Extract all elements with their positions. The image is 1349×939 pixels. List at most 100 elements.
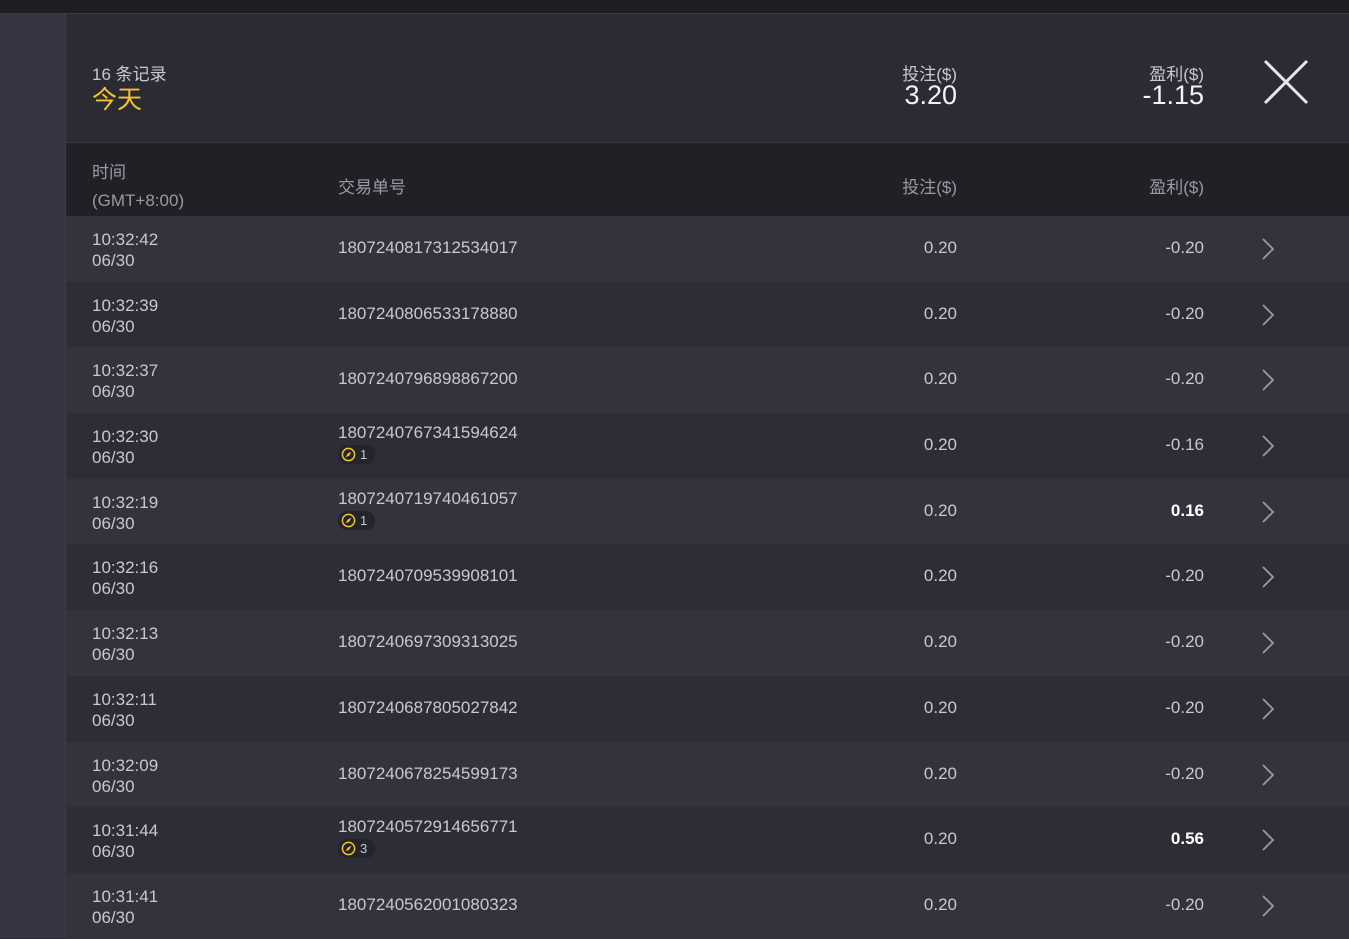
top-bar	[0, 0, 1349, 14]
row-date: 06/30	[92, 907, 135, 927]
row-date: 06/30	[92, 710, 135, 730]
compass-icon	[341, 841, 356, 856]
row-time: 10:32:37	[92, 361, 159, 381]
header-bet: 投注($)	[902, 178, 957, 197]
table-row[interactable]: 10:32:11 06/30 1807240687805027842 0.20 -0.2…	[66, 675, 1349, 742]
row-time: 10:32:30	[92, 427, 159, 447]
compass-icon	[341, 447, 356, 462]
row-profit: -0.20	[1165, 632, 1204, 652]
row-time: 10:32:39	[92, 295, 159, 315]
bet-history-panel: 16 条记录 今天 投注($) 3.20 盈利($) -1.15 时间 (GMT…	[65, 14, 1349, 939]
table-row[interactable]: 10:32:19 06/30 1807240719740461057 1 0.20 0.1…	[66, 478, 1349, 545]
chevron-right-icon[interactable]	[1261, 894, 1275, 918]
table-row[interactable]: 10:32:13 06/30 1807240697309313025 0.20 -0.2…	[66, 610, 1349, 676]
table-row[interactable]: 10:32:37 06/30 1807240796898867200 0.20 -0.2…	[66, 347, 1349, 414]
row-profit: -0.20	[1165, 238, 1204, 257]
total-bet-value: 3.20	[904, 80, 957, 110]
row-profit: -0.16	[1165, 435, 1204, 455]
compass-icon	[341, 513, 356, 528]
row-order-id: 1807240697309313025	[338, 632, 518, 652]
row-order: 1807240572914656771 3	[338, 817, 518, 861]
row-order: 1807240678254599173	[338, 764, 518, 784]
row-datetime: 10:32:30 06/30	[92, 426, 158, 468]
badge-count: 1	[360, 447, 368, 463]
chevron-right-icon[interactable]	[1261, 500, 1275, 524]
row-order-id: 1807240678254599173	[338, 763, 518, 783]
row-time: 10:31:44	[92, 821, 159, 841]
row-order: 1807240687805027842	[338, 698, 518, 718]
row-bet: 0.20	[923, 632, 957, 652]
row-bet: 0.20	[923, 303, 957, 323]
row-bet: 0.20	[923, 829, 957, 849]
row-datetime: 10:32:16 06/30	[92, 557, 158, 599]
badge-count: 3	[360, 841, 368, 857]
table-header: 时间 (GMT+8:00) 交易单号 投注($) 盈利($)	[66, 143, 1349, 216]
chevron-right-icon[interactable]	[1261, 434, 1275, 458]
row-time: 10:32:13	[92, 624, 159, 644]
row-order: 1807240697309313025	[338, 632, 518, 652]
table-row[interactable]: 10:31:44 06/30 1807240572914656771 3 0.20 0.5…	[66, 807, 1349, 873]
row-date: 06/30	[92, 645, 135, 665]
table-row[interactable]: 10:32:09 06/30 1807240678254599173 0.20 -0.2…	[66, 741, 1349, 808]
row-profit: -0.20	[1165, 697, 1204, 717]
row-datetime: 10:31:41 06/30	[92, 886, 158, 928]
total-profit-value: -1.15	[1142, 80, 1204, 110]
row-order: 1807240767341594624 1	[338, 423, 518, 467]
row-order-id: 1807240687805027842	[338, 697, 518, 717]
row-date: 06/30	[92, 842, 135, 862]
row-datetime: 10:32:42 06/30	[92, 229, 158, 271]
row-bet: 0.20	[923, 697, 957, 717]
row-bet: 0.20	[923, 435, 957, 455]
row-time: 10:32:19	[92, 492, 159, 512]
row-order-id: 1807240572914656771	[338, 817, 518, 837]
row-order: 1807240719740461057 1	[338, 489, 518, 533]
row-bet: 0.20	[923, 238, 957, 257]
row-profit: 0.56	[1170, 829, 1204, 849]
chevron-right-icon[interactable]	[1261, 237, 1275, 261]
row-date: 06/30	[92, 448, 135, 468]
row-datetime: 10:32:37 06/30	[92, 360, 158, 402]
row-profit: -0.20	[1165, 303, 1204, 323]
table-row[interactable]: 10:32:16 06/30 1807240709539908101 0.20 -0.2…	[66, 544, 1349, 611]
row-order: 1807240796898867200	[338, 369, 518, 389]
free-spin-badge: 1	[338, 510, 376, 530]
chevron-right-icon[interactable]	[1261, 763, 1275, 787]
table-row[interactable]: 10:32:30 06/30 1807240767341594624 1 0.20 -0.…	[66, 413, 1349, 479]
row-order-id: 1807240817312534017	[338, 238, 518, 257]
chevron-right-icon[interactable]	[1261, 697, 1275, 721]
close-icon[interactable]	[1262, 58, 1310, 106]
row-profit: -0.20	[1165, 894, 1204, 914]
row-time: 10:32:09	[92, 755, 159, 775]
row-date: 06/30	[92, 579, 135, 599]
row-profit: -0.20	[1165, 763, 1204, 783]
chevron-right-icon[interactable]	[1261, 368, 1275, 392]
summary-header: 16 条记录 今天 投注($) 3.20 盈利($) -1.15	[66, 14, 1349, 143]
table-row[interactable]: 10:32:42 06/30 1807240817312534017 0.20 -0.2…	[66, 216, 1349, 282]
row-datetime: 10:32:11 06/30	[92, 689, 157, 731]
row-order: 1807240817312534017	[338, 238, 518, 258]
row-date: 06/30	[92, 776, 135, 796]
free-spin-badge: 3	[338, 839, 376, 859]
table-row[interactable]: 10:32:39 06/30 1807240806533178880 0.20 -0.2…	[66, 281, 1349, 348]
badge-count: 1	[360, 512, 368, 528]
row-order: 1807240806533178880	[338, 304, 518, 324]
chevron-right-icon[interactable]	[1261, 565, 1275, 589]
row-profit: -0.20	[1165, 369, 1204, 389]
row-datetime: 10:32:09 06/30	[92, 755, 158, 797]
table-row[interactable]: 10:31:41 06/30 1807240562001080323 0.20 -0.2…	[66, 872, 1349, 939]
period-selector[interactable]: 今天	[92, 80, 142, 116]
chevron-right-icon[interactable]	[1261, 303, 1275, 327]
row-bet: 0.20	[923, 763, 957, 783]
chevron-right-icon[interactable]	[1261, 631, 1275, 655]
left-sidebar-strip	[0, 14, 65, 938]
row-profit: -0.20	[1165, 566, 1204, 586]
chevron-right-icon[interactable]	[1261, 828, 1275, 852]
row-datetime: 10:32:13 06/30	[92, 623, 158, 665]
header-time-label: 时间	[92, 163, 126, 182]
row-time: 10:32:42	[92, 230, 159, 249]
row-date: 06/30	[92, 251, 135, 270]
row-order-id: 1807240796898867200	[338, 369, 518, 389]
header-timezone: (GMT+8:00)	[92, 191, 185, 210]
history-list: 10:32:42 06/30 1807240817312534017 0.20 -0.2…	[66, 216, 1349, 939]
row-date: 06/30	[92, 382, 135, 402]
